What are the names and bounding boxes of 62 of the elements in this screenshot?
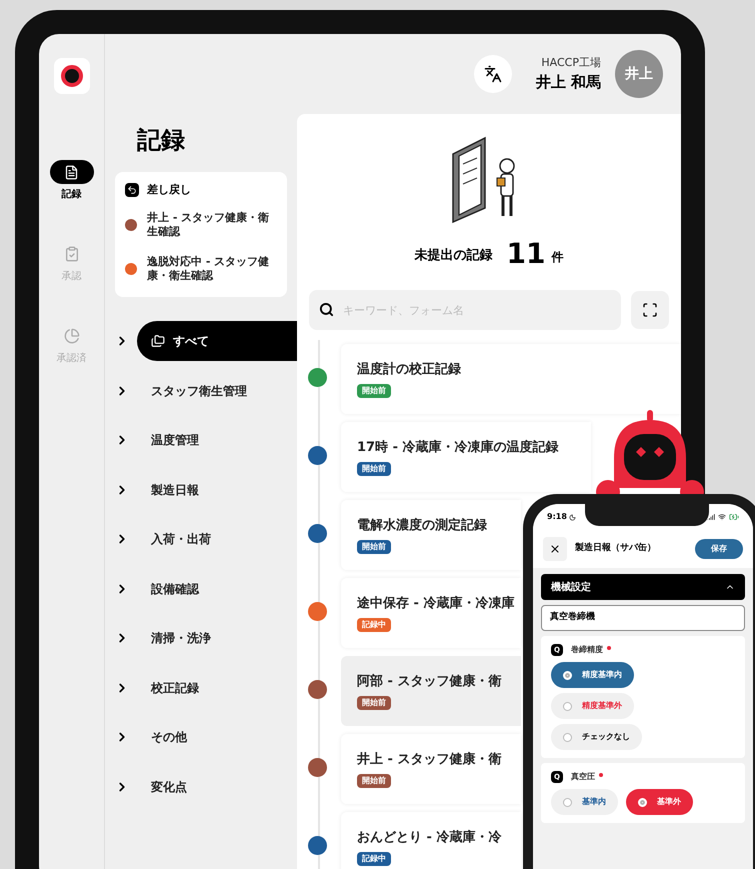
moon-icon — [568, 514, 576, 520]
translate-button[interactable] — [474, 55, 512, 93]
category-item[interactable]: 変化点 — [137, 766, 297, 807]
status-tag: 記録中 — [357, 852, 391, 866]
machine-field[interactable]: 真空巻締機 — [541, 605, 745, 631]
wifi-icon — [718, 513, 726, 521]
folders-icon — [151, 334, 165, 348]
radio-option[interactable]: 基準内 — [551, 789, 618, 815]
record-card[interactable]: 阿部 - スタッフ健康・衛 開始前 — [341, 656, 521, 726]
summary-label: 未提出の記録 — [414, 246, 493, 264]
radio-option[interactable]: 基準外 — [626, 789, 693, 815]
document-icon — [64, 164, 79, 180]
returned-record-link[interactable]: 逸脱対応中 - スタッフ健康・衛生確認 — [125, 254, 277, 286]
record-card[interactable]: おんどとり - 冷蔵庫・冷 記録中 — [341, 812, 521, 869]
clipboard-check-icon — [64, 246, 80, 262]
pie-chart-icon — [64, 328, 80, 344]
search-icon — [319, 302, 334, 317]
status-tag: 記録中 — [357, 618, 391, 632]
category-item[interactable]: 入荷・出荷 — [137, 519, 297, 560]
question-label: 真空圧 — [571, 771, 595, 783]
save-button[interactable]: 保存 — [695, 539, 743, 559]
battery-icon — [729, 512, 739, 522]
signal-icon — [707, 513, 715, 521]
close-icon — [549, 543, 561, 555]
category-item[interactable]: すべて — [137, 321, 297, 362]
status-tag: 開始前 — [357, 774, 391, 788]
category-item[interactable]: 校正記録 — [137, 668, 297, 708]
user-name: 井上 和馬 — [536, 72, 601, 93]
close-button[interactable] — [543, 537, 567, 561]
form-title: 製造日報（サバ缶） — [575, 542, 657, 556]
category-item[interactable]: スタッフ衛生管理 — [137, 370, 297, 411]
category-item[interactable]: 製造日報 — [137, 470, 297, 510]
section-header[interactable]: 機械設定 — [541, 574, 745, 600]
status-tag: 開始前 — [357, 696, 391, 710]
scan-button[interactable] — [631, 291, 669, 329]
returned-title: 差し戻し — [147, 182, 191, 198]
status-time: 9:18 — [547, 511, 567, 523]
app-logo-icon — [54, 58, 90, 94]
unsubmitted-count: 11 — [506, 240, 546, 268]
record-card[interactable]: 温度計の校正記録 開始前 — [341, 344, 681, 414]
sidebar-title: 記録 — [136, 125, 186, 156]
scan-icon — [642, 302, 658, 318]
factory-name: HACCP工場 — [541, 54, 601, 70]
record-card[interactable]: 途中保存 - 冷蔵庫・冷凍庫 記録中 — [341, 578, 521, 648]
undo-icon — [125, 183, 139, 198]
category-item[interactable]: その他 — [137, 717, 297, 758]
returned-record-link[interactable]: 井上 - スタッフ健康・衛生確認 — [125, 210, 277, 242]
count-unit: 件 — [551, 249, 564, 266]
category-item[interactable]: 温度管理 — [137, 420, 297, 460]
category-item[interactable]: 設備確認 — [137, 568, 297, 609]
question-label: 巻締精度 — [571, 644, 603, 656]
record-card[interactable]: 電解水濃度の測定記録 開始前 — [341, 500, 521, 570]
record-card[interactable]: 17時 - 冷蔵庫・冷凍庫の温度記録 開始前 — [341, 422, 591, 492]
status-tag: 開始前 — [357, 540, 391, 554]
category-item[interactable]: 清掃・洗浄 — [137, 618, 297, 658]
radio-option[interactable]: 精度基準内 — [551, 662, 634, 688]
record-card[interactable]: 井上 - スタッフ健康・衛 開始前 — [341, 734, 521, 804]
status-tag: 開始前 — [357, 384, 391, 398]
translate-icon — [484, 65, 502, 83]
radio-option[interactable]: チェックなし — [551, 724, 642, 750]
status-tag: 開始前 — [357, 462, 391, 476]
radio-option[interactable]: 精度基準外 — [551, 693, 634, 719]
